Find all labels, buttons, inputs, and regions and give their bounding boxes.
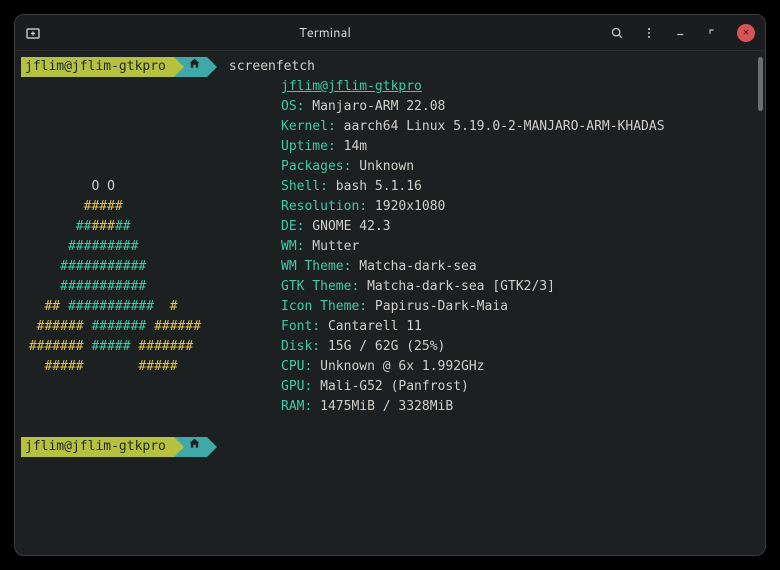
- window-title: Terminal: [41, 24, 609, 42]
- screenfetch-output: O O ##### ####### ######### ########### …: [21, 77, 757, 417]
- prompt-line-2: jflim@jflim-gtkpro: [21, 437, 757, 457]
- menu-icon[interactable]: [641, 25, 657, 41]
- info-ram-val: 1475MiB / 3328MiB: [312, 399, 453, 414]
- info-uptime-val: 14m: [336, 139, 367, 154]
- minimize-icon[interactable]: [673, 25, 689, 41]
- info-os-key: OS:: [281, 99, 304, 114]
- info-font-val: Cantarell 11: [320, 319, 422, 334]
- info-os-val: Manjaro-ARM 22.08: [304, 99, 445, 114]
- prompt-path: [184, 57, 207, 77]
- terminal-window: Terminal ✕ jflim@jflim-gtkpro: [14, 14, 766, 556]
- info-wmtheme-key: WM Theme:: [281, 259, 351, 274]
- powerline-arrow-1: [174, 57, 184, 77]
- home-icon: [188, 437, 201, 457]
- info-disk-val: 15G / 62G (25%): [320, 339, 445, 354]
- info-cpu-key: CPU:: [281, 359, 312, 374]
- info-gpu-key: GPU:: [281, 379, 312, 394]
- close-icon[interactable]: ✕: [737, 24, 755, 42]
- powerline-arrow-2: [207, 57, 217, 77]
- info-shell-key: Shell:: [281, 179, 328, 194]
- info-ram-key: RAM:: [281, 399, 312, 414]
- info-resolution-key: Resolution:: [281, 199, 367, 214]
- system-info: jflim@jflim-gtkpro OS: Manjaro-ARM 22.08…: [281, 77, 665, 417]
- info-kernel-val: aarch64 Linux 5.19.0-2-MANJARO-ARM-KHADA…: [336, 119, 665, 134]
- search-icon[interactable]: [609, 25, 625, 41]
- info-packages-key: Packages:: [281, 159, 351, 174]
- powerline-arrow-2: [207, 437, 217, 457]
- info-disk-key: Disk:: [281, 339, 320, 354]
- scrollbar[interactable]: [758, 57, 763, 111]
- info-icontheme-val: Papirus-Dark-Maia: [367, 299, 508, 314]
- info-shell-val: bash 5.1.16: [328, 179, 422, 194]
- info-de-val: GNOME 42.3: [304, 219, 390, 234]
- info-kernel-key: Kernel:: [281, 119, 336, 134]
- terminal-body[interactable]: jflim@jflim-gtkpro screenfetch O O #####…: [15, 51, 765, 555]
- info-gtktheme-key: GTK Theme:: [281, 279, 359, 294]
- info-font-key: Font:: [281, 319, 320, 334]
- info-gtktheme-val: Matcha-dark-sea [GTK2/3]: [359, 279, 555, 294]
- prompt-user-host: jflim@jflim-gtkpro: [21, 57, 174, 77]
- info-user-host: jflim@jflim-gtkpro: [281, 79, 422, 94]
- info-packages-val: Unknown: [351, 159, 414, 174]
- info-uptime-key: Uptime:: [281, 139, 336, 154]
- command-text: screenfetch: [217, 57, 315, 77]
- info-icontheme-key: Icon Theme:: [281, 299, 367, 314]
- info-wm-key: WM:: [281, 239, 304, 254]
- prompt-user-host-text: jflim@jflim-gtkpro: [25, 57, 166, 77]
- info-cpu-val: Unknown @ 6x 1.992GHz: [312, 359, 484, 374]
- prompt-user-host: jflim@jflim-gtkpro: [21, 437, 174, 457]
- info-de-key: DE:: [281, 219, 304, 234]
- info-wm-val: Mutter: [304, 239, 359, 254]
- home-icon: [188, 57, 201, 77]
- titlebar-right: ✕: [609, 24, 755, 42]
- titlebar-left: [25, 25, 41, 41]
- info-wmtheme-val: Matcha-dark-sea: [351, 259, 476, 274]
- powerline-arrow-1: [174, 437, 184, 457]
- prompt-path: [184, 437, 207, 457]
- titlebar: Terminal ✕: [15, 15, 765, 51]
- prompt-user-host-text: jflim@jflim-gtkpro: [25, 437, 166, 457]
- maximize-icon[interactable]: [705, 25, 721, 41]
- info-resolution-val: 1920x1080: [367, 199, 445, 214]
- new-tab-icon[interactable]: [25, 25, 41, 41]
- prompt-line-1: jflim@jflim-gtkpro screenfetch: [21, 57, 757, 77]
- ascii-logo: O O ##### ####### ######### ########### …: [21, 77, 281, 417]
- blank-line: [21, 417, 757, 437]
- info-gpu-val: Mali-G52 (Panfrost): [312, 379, 469, 394]
